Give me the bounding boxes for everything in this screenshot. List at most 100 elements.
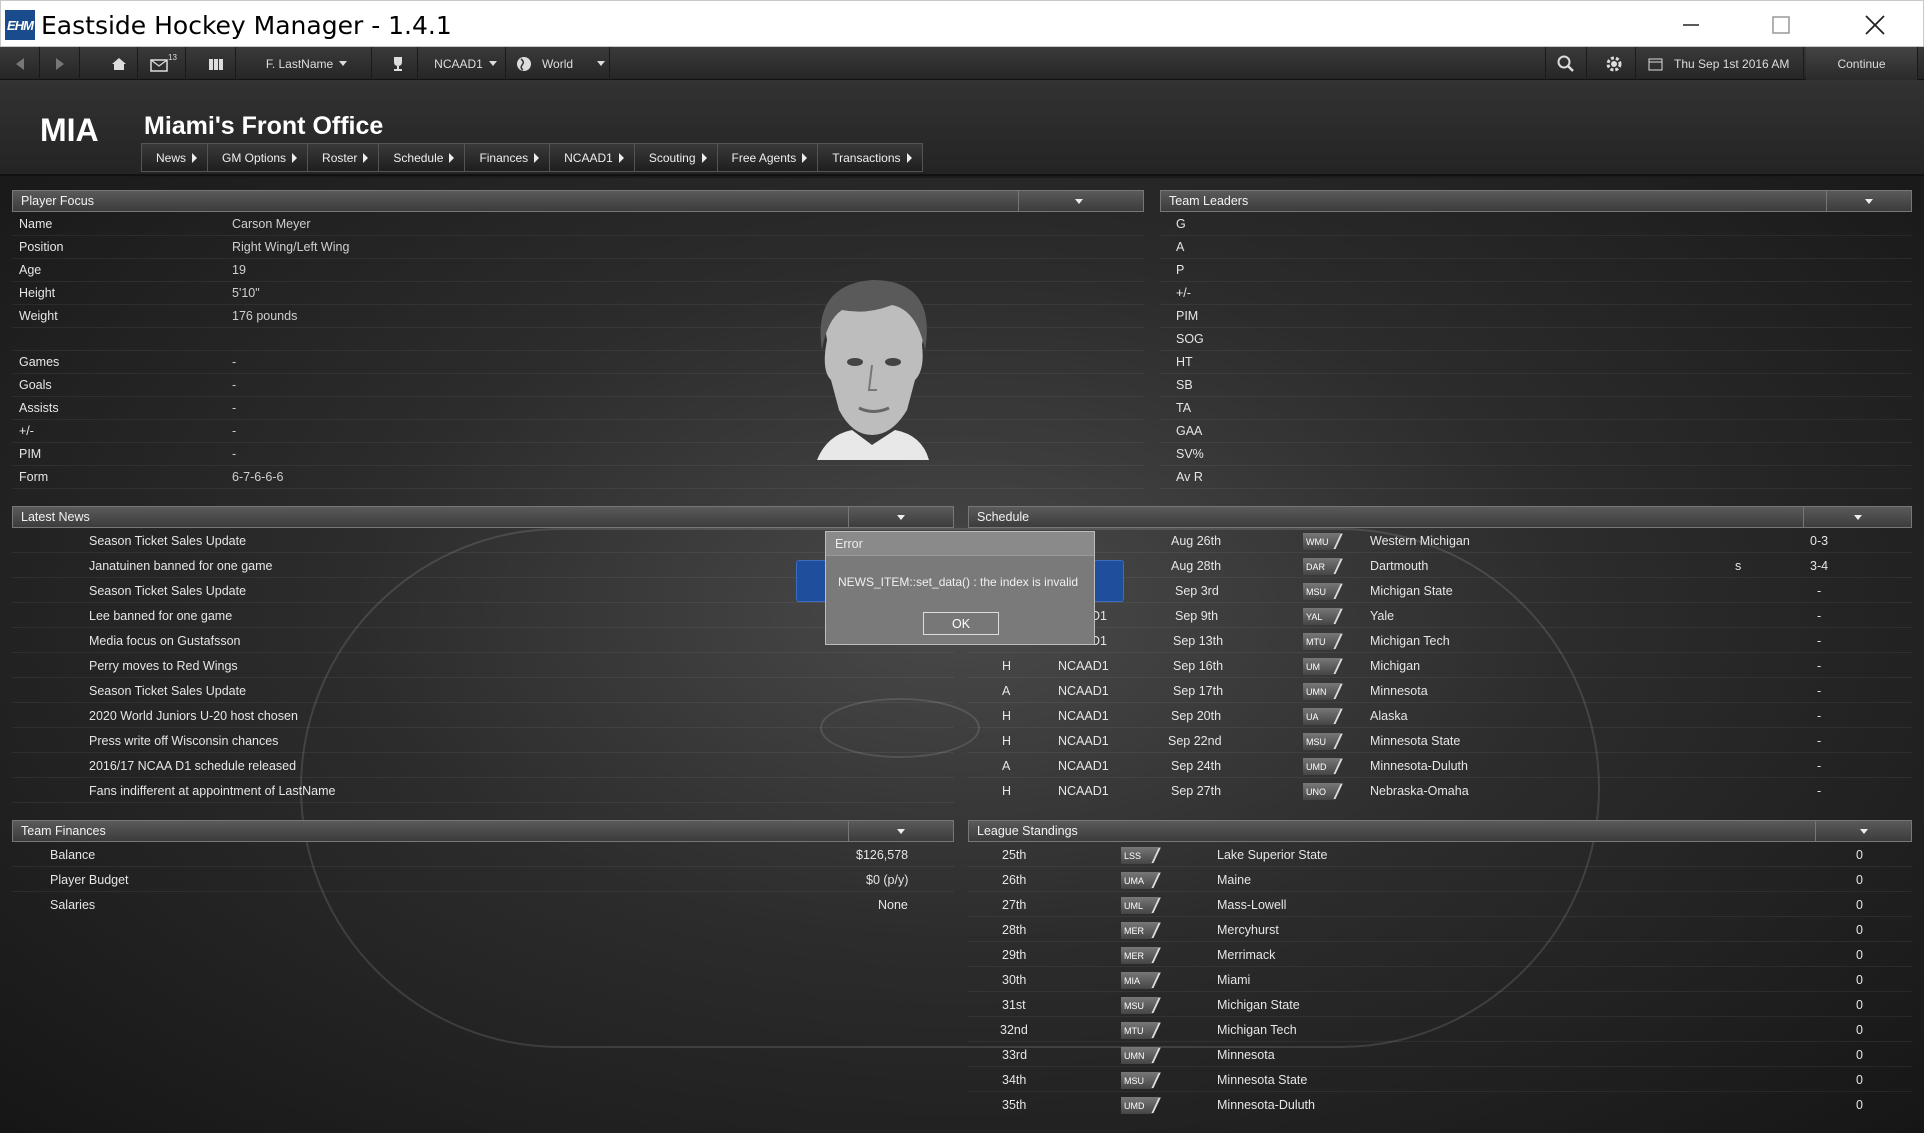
news-item[interactable]: Media focus on Gustafsson xyxy=(12,630,954,653)
fixture-row[interactable]: H NCAAD1 Sep 20th UA Alaska - xyxy=(968,705,1912,728)
news-item[interactable]: Fans indifferent at appointment of LastN… xyxy=(12,780,954,803)
news-item[interactable]: Perry moves to Red Wings xyxy=(12,655,954,678)
result: - xyxy=(1817,659,1822,673)
fixture-row[interactable]: Aug 26th WMU Western Michigan 0-3 xyxy=(968,530,1912,553)
standings-row[interactable]: 31st MSU Michigan State 0 xyxy=(968,994,1912,1017)
chevron-down-icon xyxy=(488,61,497,66)
panel-options-dropdown[interactable] xyxy=(1018,191,1138,211)
nav-scouting[interactable]: Scouting xyxy=(633,143,717,172)
panel-header: League Standings xyxy=(968,820,1912,842)
maximize-icon[interactable] xyxy=(1753,7,1809,43)
nav-news[interactable]: News xyxy=(141,143,208,172)
nav-finances[interactable]: Finances xyxy=(464,143,550,172)
standings-row[interactable]: 25th LSS Lake Superior State 0 xyxy=(968,844,1912,867)
fixture-row[interactable]: H NCAAD1 Sep 22nd MSU Minnesota State - xyxy=(968,730,1912,753)
current-date: Thu Sep 1st 2016 AM xyxy=(1674,56,1790,71)
close-icon[interactable] xyxy=(1847,7,1903,43)
inbox-button[interactable]: 13 xyxy=(146,47,186,80)
match-date: Sep 17th xyxy=(1173,684,1224,698)
standings-row[interactable]: 35th UMD Minnesota-Duluth 0 xyxy=(968,1094,1912,1117)
standings-row[interactable]: 29th MER Merrimack 0 xyxy=(968,944,1912,967)
team-logo: UMN xyxy=(1121,1047,1161,1064)
points: 0 xyxy=(1856,948,1863,962)
result: - xyxy=(1817,584,1822,598)
row-label: Goals xyxy=(19,378,52,392)
stat-label: GAA xyxy=(1176,424,1203,438)
league-dropdown[interactable]: NCAAD1 xyxy=(426,47,506,80)
standings-row[interactable]: 27th UML Mass-Lowell 0 xyxy=(968,894,1912,917)
chevron-down-icon xyxy=(339,61,348,66)
points: 0 xyxy=(1856,973,1863,987)
continue-button[interactable]: Continue xyxy=(1806,47,1918,80)
manager-dropdown[interactable]: F. LastName xyxy=(242,47,372,80)
fixture-row[interactable]: H NCAAD1 Sep 27th UNO Nebraska-Omaha - xyxy=(968,780,1912,803)
player-row: Form 6-7-6-6-6 xyxy=(12,466,1144,489)
nav-schedule[interactable]: Schedule xyxy=(378,143,465,172)
team-logo: MER xyxy=(1121,922,1161,939)
opponent: Michigan State xyxy=(1370,584,1453,598)
nav-gm-options[interactable]: GM Options xyxy=(207,143,308,172)
panel-header: Player Focus xyxy=(12,190,1144,212)
rooms-button[interactable] xyxy=(196,47,236,80)
panel-options-dropdown[interactable] xyxy=(848,821,953,841)
search-button[interactable] xyxy=(1545,47,1587,80)
position: 32nd xyxy=(1000,1023,1028,1037)
nav-label: Roster xyxy=(322,150,358,165)
match-date: Aug 28th xyxy=(1171,559,1222,573)
stat-label: SOG xyxy=(1176,332,1204,346)
standings-row[interactable]: 30th MIA Miami 0 xyxy=(968,969,1912,992)
standings-row[interactable]: 32nd MTU Michigan Tech 0 xyxy=(968,1019,1912,1042)
result: - xyxy=(1817,734,1822,748)
minimize-icon[interactable] xyxy=(1663,7,1719,43)
standings-row[interactable]: 28th MER Mercyhurst 0 xyxy=(968,919,1912,942)
news-item[interactable]: 2020 World Juniors U-20 host chosen xyxy=(12,705,954,728)
fixture-row[interactable]: H NCAAD1 Sep 16th UM Michigan - xyxy=(968,655,1912,678)
logo-abbr: MTU xyxy=(1306,636,1326,647)
team-logo: DAR xyxy=(1303,558,1343,575)
back-button[interactable] xyxy=(0,47,40,80)
forward-button[interactable] xyxy=(40,47,80,80)
news-item[interactable]: Lee banned for one game xyxy=(12,605,954,628)
news-item[interactable]: 2016/17 NCAA D1 schedule released xyxy=(12,755,954,778)
position: 26th xyxy=(1002,873,1027,887)
page-title: Miami's Front Office xyxy=(144,112,384,140)
news-item[interactable]: Season Ticket Sales Update xyxy=(12,680,954,703)
news-item[interactable]: Press write off Wisconsin chances xyxy=(12,730,954,753)
fixture-row[interactable]: D1 Sep 9th YAL Yale - xyxy=(968,605,1912,628)
settings-button[interactable] xyxy=(1592,47,1636,80)
nav-transactions[interactable]: Transactions xyxy=(817,143,923,172)
news-item[interactable]: Season Ticket Sales Update xyxy=(12,530,954,553)
leader-row: +/- xyxy=(1160,282,1912,305)
nav-roster[interactable]: Roster xyxy=(307,143,379,172)
chevron-down-icon xyxy=(1865,198,1873,204)
team-logo: MTU xyxy=(1303,633,1343,650)
team-name: Merrimack xyxy=(1217,948,1276,962)
panel-options-dropdown[interactable] xyxy=(1815,821,1911,841)
logo-abbr: UMN xyxy=(1124,1050,1145,1061)
panel-options-dropdown[interactable] xyxy=(848,507,953,527)
logo-abbr: MER xyxy=(1124,925,1144,936)
schedule-panel: Schedule Aug 26th WMU Western Michigan 0-3 … xyxy=(968,506,1912,800)
home-button[interactable] xyxy=(100,47,138,80)
row-label: Assists xyxy=(19,401,59,415)
fixture-row[interactable]: D1 Sep 13th MTU Michigan Tech - xyxy=(968,630,1912,653)
news-headline: Perry moves to Red Wings xyxy=(89,659,238,673)
ok-button[interactable]: OK xyxy=(923,612,999,635)
panel-options-dropdown[interactable] xyxy=(1803,507,1911,527)
region-dropdown[interactable]: World xyxy=(512,47,610,80)
nav-ncaad1[interactable]: NCAAD1 xyxy=(549,143,634,172)
app-logo: EHM xyxy=(5,10,35,40)
stat-label: PIM xyxy=(1176,309,1199,323)
standings-row[interactable]: 34th MSU Minnesota State 0 xyxy=(968,1069,1912,1092)
standings-row[interactable]: 33rd UMN Minnesota 0 xyxy=(968,1044,1912,1067)
panel-options-dropdown[interactable] xyxy=(1826,191,1911,211)
fixture-row[interactable]: A NCAAD1 Sep 17th UMN Minnesota - xyxy=(968,680,1912,703)
row-value: - xyxy=(232,378,237,392)
nav-free-agents[interactable]: Free Agents xyxy=(716,143,818,172)
standings-row[interactable]: 26th UMA Maine 0 xyxy=(968,869,1912,892)
trophy-button[interactable] xyxy=(378,47,418,80)
opponent: Minnesota State xyxy=(1370,734,1461,748)
match-date: Aug 26th xyxy=(1171,534,1222,548)
fixture-row[interactable]: A NCAAD1 Sep 24th UMD Minnesota-Duluth - xyxy=(968,755,1912,778)
stat-label: P xyxy=(1176,263,1185,277)
